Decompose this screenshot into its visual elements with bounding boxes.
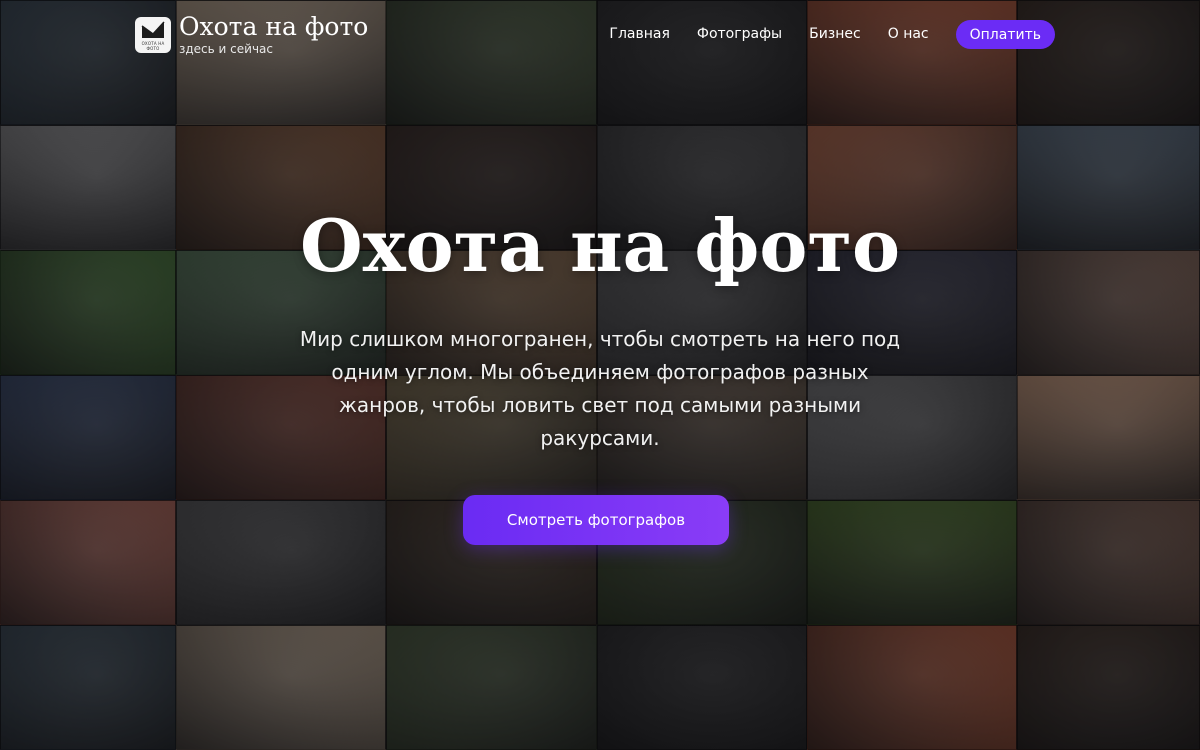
logo-text: ОХОТА НА ФОТО — [141, 40, 165, 51]
brand[interactable]: ОХОТА НА ФОТО Охота на фото здесь и сейч… — [135, 13, 368, 56]
photo-tile — [807, 625, 1017, 750]
photo-tile — [176, 500, 386, 625]
nav-photographers[interactable]: Фотографы — [697, 20, 782, 49]
hero-title: Охота на фото — [299, 203, 900, 288]
pay-button[interactable]: Оплатить — [955, 20, 1055, 49]
photo-tile — [386, 625, 597, 750]
photo-tile — [1017, 375, 1200, 500]
logo-icon: ОХОТА НА ФОТО — [135, 16, 171, 53]
nav-business[interactable]: Бизнес — [809, 20, 861, 49]
main-nav: Главная Фотографы Бизнес О нас Оплатить — [609, 20, 1055, 49]
site-subtitle: здесь и сейчас — [179, 42, 273, 56]
site-title: Охота на фото — [179, 12, 369, 41]
photo-tile — [0, 625, 176, 750]
photo-tile — [176, 625, 386, 750]
view-photographers-button[interactable]: Смотреть фотографов — [463, 495, 729, 545]
nav-about[interactable]: О нас — [888, 20, 929, 49]
photo-tile — [1017, 500, 1200, 625]
site-header: ОХОТА НА ФОТО Охота на фото здесь и сейч… — [0, 0, 1200, 70]
photo-tile — [1017, 625, 1200, 750]
photo-tile — [597, 625, 807, 750]
photo-tile — [0, 500, 176, 625]
nav-home[interactable]: Главная — [609, 20, 669, 49]
photo-tile — [0, 375, 176, 500]
hero-description: Мир слишком многогранен, чтобы смотреть … — [299, 327, 901, 450]
photo-tile — [807, 500, 1017, 625]
